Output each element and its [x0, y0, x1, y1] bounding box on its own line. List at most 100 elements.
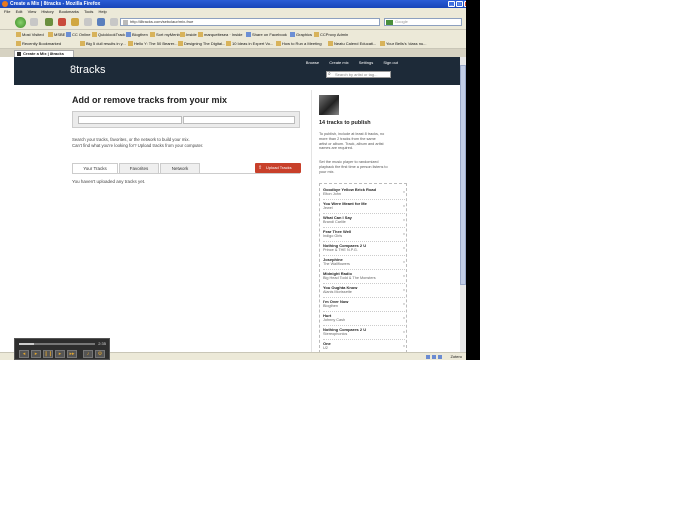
status-icon — [432, 355, 436, 359]
track-row[interactable]: You Oughta Know Alanis Morissette x — [323, 284, 405, 298]
home-icon[interactable] — [71, 18, 79, 26]
bookmark-item[interactable]: Inside — [180, 32, 197, 37]
player-play-button[interactable]: ▸ — [31, 350, 41, 358]
bookmark-item[interactable]: Hello Y: The 50 Bearer... — [128, 41, 177, 46]
url-text: http://8tracks.com/sebclaur/mix-frue — [130, 19, 194, 24]
track-row[interactable]: One U2 x — [323, 340, 405, 352]
player-time: 2:35 — [98, 341, 106, 346]
menu-view[interactable]: View — [28, 9, 37, 14]
bookmark-item[interactable]: MSBE — [48, 32, 65, 37]
remove-track-icon[interactable]: x — [403, 301, 405, 306]
bookmark-item[interactable]: marqueltesea · Inside — [198, 32, 242, 37]
status-icon — [426, 355, 430, 359]
bookmark-item[interactable]: QuicklookTrack — [92, 32, 125, 37]
track-row[interactable]: What Can I Say Brandi Carlile x — [323, 214, 405, 228]
player-prev-button[interactable]: ◂ — [19, 350, 29, 358]
menu-bookmarks[interactable]: Bookmarks — [59, 9, 79, 14]
url-input[interactable]: http://8tracks.com/sebclaur/mix-frue — [120, 18, 380, 26]
track-row[interactable]: Josephine The Wallflowers x — [323, 256, 405, 270]
player-pause-button[interactable]: ❙❙ — [43, 350, 53, 358]
artist-search-field[interactable] — [183, 116, 295, 124]
track-row[interactable]: Goodbye Yellow Brick Road Elton John x — [323, 186, 405, 200]
mix-cover-avatar[interactable] — [319, 95, 339, 115]
remove-track-icon[interactable]: x — [403, 273, 405, 278]
window-titlebar: Create a Mix | 8tracks - Mozilla Firefox… — [0, 0, 480, 8]
track-row[interactable]: Fear Thee Well Indigo Girls x — [323, 228, 405, 242]
nav-create-mix-link[interactable]: Create mix — [329, 60, 348, 65]
site-header: 8tracks Browse Create mix Settings Sign … — [14, 57, 460, 85]
browser-tab[interactable]: Create a Mix | 8tracks — [14, 50, 74, 57]
back-button[interactable] — [15, 17, 26, 28]
reload-icon[interactable] — [45, 18, 53, 26]
remove-track-icon[interactable]: x — [403, 315, 405, 320]
bookmark-item[interactable]: 10 Ideas in Expert Vo... — [226, 41, 273, 46]
publish-rules: To publish, include at least 8 tracks, n… — [319, 132, 407, 151]
mix-track-list: Goodbye Yellow Brick Road Elton John x You … — [319, 183, 407, 352]
bookmark-item[interactable]: Neatu Calend Educati... — [328, 41, 376, 46]
help-line: Can't find what you're looking for? Uplo… — [72, 143, 204, 148]
nav-settings-link[interactable]: Settings — [359, 60, 373, 65]
toolbar-icon-1[interactable] — [84, 18, 92, 26]
bookmark-item[interactable]: Recently Bookmarked — [16, 41, 61, 46]
nav-sign-out-link[interactable]: Sign out — [383, 60, 398, 65]
note-line: your mix. — [319, 169, 335, 174]
menu-file[interactable]: File — [4, 9, 10, 14]
toolbar-icon-2[interactable] — [97, 18, 105, 26]
remove-track-icon[interactable]: x — [403, 245, 405, 250]
track-row[interactable]: Nothing Compares 2 U Prince & THE N.P.G. x — [323, 242, 405, 256]
bookmark-item[interactable]: Blogthen — [126, 32, 148, 37]
remove-track-icon[interactable]: x — [403, 189, 405, 194]
player-skip-button[interactable]: ▸▸ — [67, 350, 77, 358]
menu-tools[interactable]: Tools — [84, 9, 93, 14]
player-next-button[interactable]: ▸ — [55, 350, 65, 358]
bookmark-item[interactable]: Big 5 dull results in y... — [80, 41, 126, 46]
track-row[interactable]: I'm Over Now Blogthen x — [323, 298, 405, 312]
search-input[interactable]: Google — [384, 18, 462, 26]
track-artist: Big Head Todd & The Monsters — [323, 276, 376, 280]
maximize-button[interactable]: □ — [456, 1, 463, 7]
bookmark-item[interactable]: Designing The Digital... — [178, 41, 225, 46]
bookmark-item[interactable]: CC Online — [66, 32, 90, 37]
forward-button[interactable] — [30, 18, 38, 26]
track-row[interactable]: You Were Meant for Me Jewel x — [323, 200, 405, 214]
remove-track-icon[interactable]: x — [403, 259, 405, 264]
site-logo[interactable]: 8tracks — [70, 64, 105, 76]
bookmark-item[interactable]: Share on Facebook — [246, 32, 287, 37]
menu-edit[interactable]: Edit — [16, 9, 23, 14]
navigation-toolbar: http://8tracks.com/sebclaur/mix-frue Goo… — [0, 15, 480, 30]
print-icon[interactable] — [110, 18, 118, 26]
track-artist: Alanis Morissette — [323, 290, 352, 294]
web-page: 8tracks Browse Create mix Settings Sign … — [14, 57, 460, 352]
player-volume-button[interactable]: ♪ — [83, 350, 93, 358]
bookmark-item[interactable]: How to Run a Meeting — [276, 41, 322, 46]
bookmark-item[interactable]: Graphics — [290, 32, 312, 37]
track-artist: Jewel — [323, 206, 333, 210]
player-progress-bar[interactable] — [19, 343, 95, 345]
upload-tracks-button[interactable]: ⇧ Upload Tracks — [255, 163, 301, 173]
remove-track-icon[interactable]: x — [403, 203, 405, 208]
remove-track-icon[interactable]: x — [403, 343, 405, 348]
bookmark-item[interactable]: Most Visited — [16, 32, 44, 37]
remove-track-icon[interactable]: x — [403, 329, 405, 334]
nav-browse-link[interactable]: Browse — [306, 60, 319, 65]
track-row[interactable]: Nothing Compares 2 U Stereophonics x — [323, 326, 405, 340]
remove-track-icon[interactable]: x — [403, 231, 405, 236]
remove-track-icon[interactable]: x — [403, 287, 405, 292]
bookmark-item[interactable]: Your Bells's 'class nu... — [380, 41, 427, 46]
track-row[interactable]: Midnight Radio Big Head Todd & The Monste… — [323, 270, 405, 284]
remove-track-icon[interactable]: x — [403, 217, 405, 222]
upload-icon: ⇧ — [258, 165, 263, 171]
menu-history[interactable]: History — [41, 9, 53, 14]
menu-help[interactable]: Help — [99, 9, 107, 14]
stop-icon[interactable] — [58, 18, 66, 26]
track-search-field[interactable] — [78, 116, 182, 124]
help-text: Search your tracks, favorites, or the ne… — [72, 137, 262, 149]
player-settings-button[interactable]: ⚙ — [95, 350, 105, 358]
track-row[interactable]: Hurt Johnny Cash x — [323, 312, 405, 326]
bookmark-item[interactable]: CCProxy Admin — [314, 32, 348, 37]
site-search-input[interactable]: ⌕ Search by artist or tag... — [326, 71, 391, 78]
track-artist: Indigo Girls — [323, 234, 343, 238]
minimize-button[interactable]: _ — [448, 1, 455, 7]
bookmarks-toolbar: Most Visited MSBE CC Online QuicklookTra… — [0, 30, 480, 39]
track-artist: The Wallflowers — [323, 262, 350, 266]
